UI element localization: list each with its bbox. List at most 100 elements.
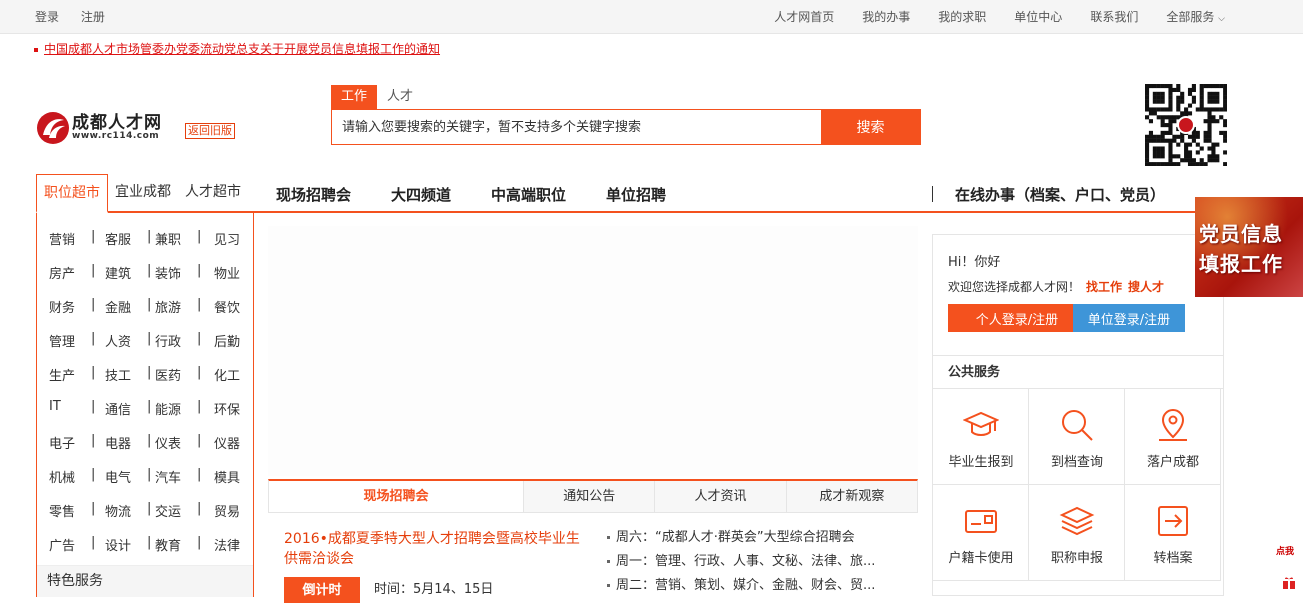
old-version-link[interactable]: 返回旧版 [185,123,235,139]
search-input[interactable] [332,110,820,144]
top-link-contact[interactable]: 联系我们 [1090,8,1138,25]
category-link[interactable]: 行政 [155,331,181,350]
search-tab-talent[interactable]: 人才 [377,85,423,109]
category-link[interactable]: IT [49,399,61,414]
category-link[interactable]: 仪表 [155,433,181,452]
top-link-my-jobs[interactable]: 我的求职 [938,8,986,25]
category-link[interactable]: 电气 [105,467,131,486]
gift-icon [1283,577,1295,589]
category-link[interactable]: 客服 [105,229,131,248]
list-item[interactable]: 周一：管理、行政、人事、文秘、法律、旅... [607,553,907,577]
top-link-home[interactable]: 人才网首页 [774,8,834,25]
category-link[interactable]: 机械 [49,467,75,486]
category-link[interactable]: 旅游 [155,297,181,316]
tab-job-fair[interactable]: 现场招聘会 [269,481,524,512]
search-tabs: 工作 人才 [331,85,423,109]
tab-new-observation[interactable]: 成才新观察 [785,481,917,512]
category-link[interactable]: 电器 [105,433,131,452]
divider: | [147,365,152,380]
nav-senior-jobs[interactable]: 中高端职位 [491,184,566,205]
company-login-button[interactable]: 单位登录/注册 [1073,304,1185,332]
category-link[interactable]: 汽车 [155,467,181,486]
category-link[interactable]: 建筑 [105,263,131,282]
online-service-link[interactable]: 在线办事（档案、户口、党员） [932,184,1165,205]
find-talent-link[interactable]: 搜人才 [1128,280,1164,294]
nav-company-recruit[interactable]: 单位招聘 [606,184,666,205]
category-link[interactable]: 财务 [49,297,75,316]
category-link[interactable]: 零售 [49,501,75,520]
category-link[interactable]: 餐饮 [214,297,240,316]
category-link[interactable]: 房产 [49,263,75,282]
category-link[interactable]: 生产 [49,365,75,384]
category-link[interactable]: 交运 [155,501,181,520]
category-link[interactable]: 化工 [214,365,240,384]
bullet-icon [34,47,38,52]
category-link[interactable]: 设计 [105,535,131,554]
personal-login-button[interactable]: 个人登录/注册 [948,304,1086,332]
divider: | [91,399,96,414]
category-link[interactable]: 人资 [105,331,131,350]
divider: | [197,535,202,550]
divider: | [197,365,202,380]
top-link-my-affairs[interactable]: 我的办事 [862,8,910,25]
category-link[interactable]: 模具 [214,467,240,486]
category-link[interactable]: 教育 [155,535,181,554]
tab-talent-news[interactable]: 人才资讯 [654,481,786,512]
logo-icon [37,112,69,144]
side-float-tag[interactable]: 点我 [1276,540,1303,596]
category-link[interactable]: 通信 [105,399,131,418]
category-link[interactable]: 物流 [105,501,131,520]
category-link[interactable]: 法律 [214,535,240,554]
category-link[interactable]: 管理 [49,331,75,350]
category-link[interactable]: 环保 [214,399,240,418]
tab-announcements[interactable]: 通知公告 [523,481,655,512]
category-link[interactable]: 见习 [214,229,240,248]
list-item[interactable]: 周二：营销、策划、媒介、金融、财会、贸... [607,577,907,601]
category-link[interactable]: 兼职 [155,229,181,248]
category-link[interactable]: 医药 [155,365,181,384]
category-link[interactable]: 后勤 [214,331,240,350]
register-link[interactable]: 注册 [81,10,105,24]
category-link[interactable]: 金融 [105,297,131,316]
login-link[interactable]: 登录 [35,10,59,24]
service-graduate-report[interactable]: 毕业生报到 [933,389,1029,485]
find-job-link[interactable]: 找工作 [1086,280,1122,294]
nav-job-fair[interactable]: 现场招聘会 [276,184,351,205]
bullet-icon [607,536,610,539]
tab-yiye-chengdu[interactable]: 宜业成都 [108,174,178,211]
fair-title[interactable]: 2016•成都夏季特大型人才招聘会暨高校毕业生供需洽谈会 [284,529,584,569]
category-link[interactable]: 装饰 [155,263,181,282]
featured-services[interactable]: 特色服务 [37,565,253,597]
category-link[interactable]: 物业 [214,263,240,282]
divider: | [197,229,202,244]
top-link-all-services[interactable]: 全部服务 ⌵ [1166,8,1225,25]
category-link[interactable]: 广告 [49,535,75,554]
banner-area[interactable] [268,226,918,476]
category-link[interactable]: 贸易 [214,501,240,520]
category-link[interactable]: 技工 [105,365,131,384]
category-link[interactable]: 营销 [49,229,75,248]
tab-job-market[interactable]: 职位超市 [36,174,108,213]
service-transfer-file[interactable]: 转档案 [1125,485,1221,581]
nav-senior-channel[interactable]: 大四频道 [391,184,451,205]
category-link[interactable]: 能源 [155,399,181,418]
list-item[interactable]: 周六：“成都人才·群英会”大型综合招聘会 [607,529,907,553]
service-settle-chengdu[interactable]: 落户成都 [1125,389,1221,485]
notice-link[interactable]: 中国成都人才市场管委办党委流动党总支关于开展党员信息填报工作的通知 [44,42,440,56]
search-tab-job[interactable]: 工作 [331,85,378,109]
service-title-declare[interactable]: 职称申报 [1029,485,1125,581]
category-link[interactable]: 电子 [49,433,75,452]
site-logo[interactable]: 成都人才网 www.rc114.com 返回旧版 [36,108,246,148]
party-info-ad[interactable]: 党员信息 填报工作 [1195,197,1303,297]
search-button[interactable]: 搜索 [821,110,920,144]
divider: | [147,433,152,448]
service-household-card[interactable]: 户籍卡使用 [933,485,1029,581]
divider: | [197,263,202,278]
bullet-icon [607,584,610,587]
divider: | [197,501,202,516]
tab-talent-market[interactable]: 人才超市 [178,174,248,211]
top-link-company-center[interactable]: 单位中心 [1014,8,1062,25]
category-link[interactable]: 仪器 [214,433,240,452]
id-card-icon [965,510,997,533]
service-file-query[interactable]: 到档查询 [1029,389,1125,485]
